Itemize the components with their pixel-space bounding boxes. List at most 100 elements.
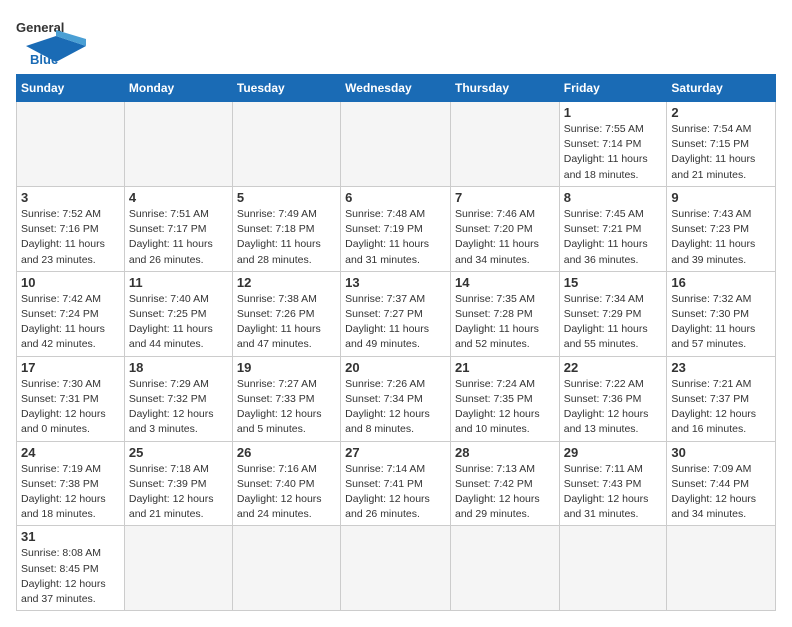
day-number: 14 [455, 275, 555, 290]
day-info: Sunrise: 7:51 AMSunset: 7:17 PMDaylight:… [129, 207, 228, 268]
calendar-cell: 26 Sunrise: 7:16 AMSunset: 7:40 PMDayligh… [232, 441, 340, 526]
day-number: 21 [455, 360, 555, 375]
calendar-cell: 13 Sunrise: 7:37 AMSunset: 7:27 PMDayligh… [341, 271, 451, 356]
calendar-cell: 21Sunrise: 7:24 AMSunset: 7:35 PMDayligh… [450, 356, 559, 441]
day-info: Sunrise: 7:30 AMSunset: 7:31 PMDaylight:… [21, 377, 120, 438]
day-number: 11 [129, 275, 228, 290]
calendar-cell [17, 102, 125, 187]
calendar-cell [232, 526, 340, 611]
calendar-cell: 29 Sunrise: 7:11 AMSunset: 7:43 PMDayligh… [559, 441, 667, 526]
day-number: 28 [455, 445, 555, 460]
day-number: 6 [345, 190, 446, 205]
calendar-cell [124, 526, 232, 611]
calendar-cell: 9 Sunrise: 7:43 AMSunset: 7:23 PMDaylight… [667, 186, 776, 271]
calendar-cell [341, 102, 451, 187]
calendar-week-row: 10Sunrise: 7:42 AMSunset: 7:24 PMDayligh… [17, 271, 776, 356]
calendar-week-row: 17 Sunrise: 7:30 AMSunset: 7:31 PMDayligh… [17, 356, 776, 441]
day-info: Sunrise: 7:40 AMSunset: 7:25 PMDaylight:… [129, 292, 228, 353]
day-info: Sunrise: 7:16 AMSunset: 7:40 PMDaylight:… [237, 462, 336, 523]
day-number: 12 [237, 275, 336, 290]
calendar-cell: 25 Sunrise: 7:18 AMSunset: 7:39 PMDayligh… [124, 441, 232, 526]
day-info: Sunrise: 7:37 AMSunset: 7:27 PMDaylight:… [345, 292, 446, 353]
col-header-friday: Friday [559, 75, 667, 102]
day-info: Sunrise: 7:09 AMSunset: 7:44 PMDaylight:… [671, 462, 771, 523]
day-info: Sunrise: 7:42 AMSunset: 7:24 PMDaylight:… [21, 292, 120, 353]
calendar-cell: 24Sunrise: 7:19 AMSunset: 7:38 PMDayligh… [17, 441, 125, 526]
day-number: 20 [345, 360, 446, 375]
calendar-cell [450, 102, 559, 187]
calendar-table: SundayMondayTuesdayWednesdayThursdayFrid… [16, 74, 776, 611]
day-number: 29 [564, 445, 663, 460]
day-number: 18 [129, 360, 228, 375]
calendar-cell: 7 Sunrise: 7:46 AMSunset: 7:20 PMDaylight… [450, 186, 559, 271]
day-info: Sunrise: 7:34 AMSunset: 7:29 PMDaylight:… [564, 292, 663, 353]
calendar-cell: 11 Sunrise: 7:40 AMSunset: 7:25 PMDayligh… [124, 271, 232, 356]
calendar-cell: 15Sunrise: 7:34 AMSunset: 7:29 PMDayligh… [559, 271, 667, 356]
calendar-cell: 23 Sunrise: 7:21 AMSunset: 7:37 PMDayligh… [667, 356, 776, 441]
day-number: 26 [237, 445, 336, 460]
day-info: Sunrise: 7:13 AMSunset: 7:42 PMDaylight:… [455, 462, 555, 523]
calendar-cell [450, 526, 559, 611]
calendar-cell: 30Sunrise: 7:09 AMSunset: 7:44 PMDayligh… [667, 441, 776, 526]
day-info: Sunrise: 7:19 AMSunset: 7:38 PMDaylight:… [21, 462, 120, 523]
calendar-cell [232, 102, 340, 187]
day-number: 25 [129, 445, 228, 460]
day-info: Sunrise: 7:11 AMSunset: 7:43 PMDaylight:… [564, 462, 663, 523]
day-info: Sunrise: 7:18 AMSunset: 7:39 PMDaylight:… [129, 462, 228, 523]
calendar-cell: 3Sunrise: 7:52 AMSunset: 7:16 PMDaylight… [17, 186, 125, 271]
calendar-cell: 18Sunrise: 7:29 AMSunset: 7:32 PMDayligh… [124, 356, 232, 441]
calendar-week-row: 24Sunrise: 7:19 AMSunset: 7:38 PMDayligh… [17, 441, 776, 526]
calendar-week-row: 1Sunrise: 7:55 AMSunset: 7:14 PMDaylight… [17, 102, 776, 187]
calendar-cell: 10Sunrise: 7:42 AMSunset: 7:24 PMDayligh… [17, 271, 125, 356]
day-number: 23 [671, 360, 771, 375]
day-number: 13 [345, 275, 446, 290]
col-header-saturday: Saturday [667, 75, 776, 102]
day-info: Sunrise: 7:22 AMSunset: 7:36 PMDaylight:… [564, 377, 663, 438]
calendar-cell [341, 526, 451, 611]
day-number: 17 [21, 360, 120, 375]
calendar-cell: 22Sunrise: 7:22 AMSunset: 7:36 PMDayligh… [559, 356, 667, 441]
calendar-cell: 1Sunrise: 7:55 AMSunset: 7:14 PMDaylight… [559, 102, 667, 187]
logo: General Blue [16, 16, 96, 66]
day-number: 2 [671, 105, 771, 120]
day-info: Sunrise: 7:49 AMSunset: 7:18 PMDaylight:… [237, 207, 336, 268]
calendar-cell: 17 Sunrise: 7:30 AMSunset: 7:31 PMDayligh… [17, 356, 125, 441]
svg-text:Blue: Blue [30, 52, 58, 66]
day-number: 31 [21, 529, 120, 544]
calendar-cell: 6 Sunrise: 7:48 AMSunset: 7:19 PMDaylight… [341, 186, 451, 271]
day-info: Sunrise: 7:54 AMSunset: 7:15 PMDaylight:… [671, 122, 771, 183]
day-number: 8 [564, 190, 663, 205]
day-number: 1 [564, 105, 663, 120]
col-header-sunday: Sunday [17, 75, 125, 102]
calendar-week-row: 31 Sunrise: 8:08 AMSunset: 8:45 PMDayligh… [17, 526, 776, 611]
day-info: Sunrise: 8:08 AMSunset: 8:45 PMDaylight:… [21, 546, 120, 607]
day-info: Sunrise: 7:45 AMSunset: 7:21 PMDaylight:… [564, 207, 663, 268]
day-number: 3 [21, 190, 120, 205]
calendar-cell [559, 526, 667, 611]
calendar-cell: 5Sunrise: 7:49 AMSunset: 7:18 PMDaylight… [232, 186, 340, 271]
day-number: 9 [671, 190, 771, 205]
day-info: Sunrise: 7:21 AMSunset: 7:37 PMDaylight:… [671, 377, 771, 438]
calendar-cell: 4Sunrise: 7:51 AMSunset: 7:17 PMDaylight… [124, 186, 232, 271]
calendar-cell [124, 102, 232, 187]
day-info: Sunrise: 7:35 AMSunset: 7:28 PMDaylight:… [455, 292, 555, 353]
day-info: Sunrise: 7:27 AMSunset: 7:33 PMDaylight:… [237, 377, 336, 438]
calendar-cell [667, 526, 776, 611]
day-number: 27 [345, 445, 446, 460]
day-info: Sunrise: 7:38 AMSunset: 7:26 PMDaylight:… [237, 292, 336, 353]
calendar-cell: 27 Sunrise: 7:14 AMSunset: 7:41 PMDayligh… [341, 441, 451, 526]
day-number: 7 [455, 190, 555, 205]
day-info: Sunrise: 7:48 AMSunset: 7:19 PMDaylight:… [345, 207, 446, 268]
generalblue-logo-icon: General Blue [16, 16, 96, 66]
col-header-tuesday: Tuesday [232, 75, 340, 102]
day-info: Sunrise: 7:14 AMSunset: 7:41 PMDaylight:… [345, 462, 446, 523]
calendar-cell: 2 Sunrise: 7:54 AMSunset: 7:15 PMDaylight… [667, 102, 776, 187]
calendar-cell: 14 Sunrise: 7:35 AMSunset: 7:28 PMDayligh… [450, 271, 559, 356]
day-info: Sunrise: 7:43 AMSunset: 7:23 PMDaylight:… [671, 207, 771, 268]
calendar-cell: 20 Sunrise: 7:26 AMSunset: 7:34 PMDayligh… [341, 356, 451, 441]
day-info: Sunrise: 7:26 AMSunset: 7:34 PMDaylight:… [345, 377, 446, 438]
calendar-week-row: 3Sunrise: 7:52 AMSunset: 7:16 PMDaylight… [17, 186, 776, 271]
page-header: General Blue [16, 16, 776, 66]
day-info: Sunrise: 7:46 AMSunset: 7:20 PMDaylight:… [455, 207, 555, 268]
calendar-cell: 28 Sunrise: 7:13 AMSunset: 7:42 PMDayligh… [450, 441, 559, 526]
